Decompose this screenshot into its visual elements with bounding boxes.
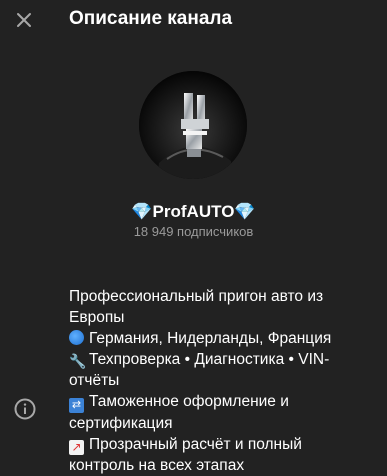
description-line: Профессиональный пригон авто из [69,288,324,305]
description-line: сертификация [69,415,173,432]
chart-increasing-icon: ↗ [69,440,84,455]
header: Описание канала [0,0,387,40]
avatar-gearshift-image [139,71,247,179]
close-button[interactable] [11,7,37,33]
channel-avatar[interactable] [139,71,247,179]
customs-icon: ⇄ [69,398,84,413]
description-line: ⇄ Таможенное оформление и [69,391,369,413]
description-line: Европы [69,309,125,326]
close-icon [17,13,31,27]
globe-icon [69,330,84,345]
page-title: Описание канала [69,8,233,29]
info-icon [13,397,37,421]
description-line: отчёты [69,372,120,389]
description-line: 🔧 Техпроверка • Диагностика • VIN- [69,351,330,369]
channel-description: Профессиональный пригон авто из Европы Г… [69,286,369,476]
wrench-icon: 🔧 [69,353,87,369]
description-line: ↗ Прозрачный расчёт и полный [69,434,369,455]
description-line: Германия, Нидерланды, Франция [69,328,369,349]
channel-name: 💎ProfAUTO💎 [131,202,256,221]
subscriber-count: 18 949 подписчиков [133,224,254,239]
